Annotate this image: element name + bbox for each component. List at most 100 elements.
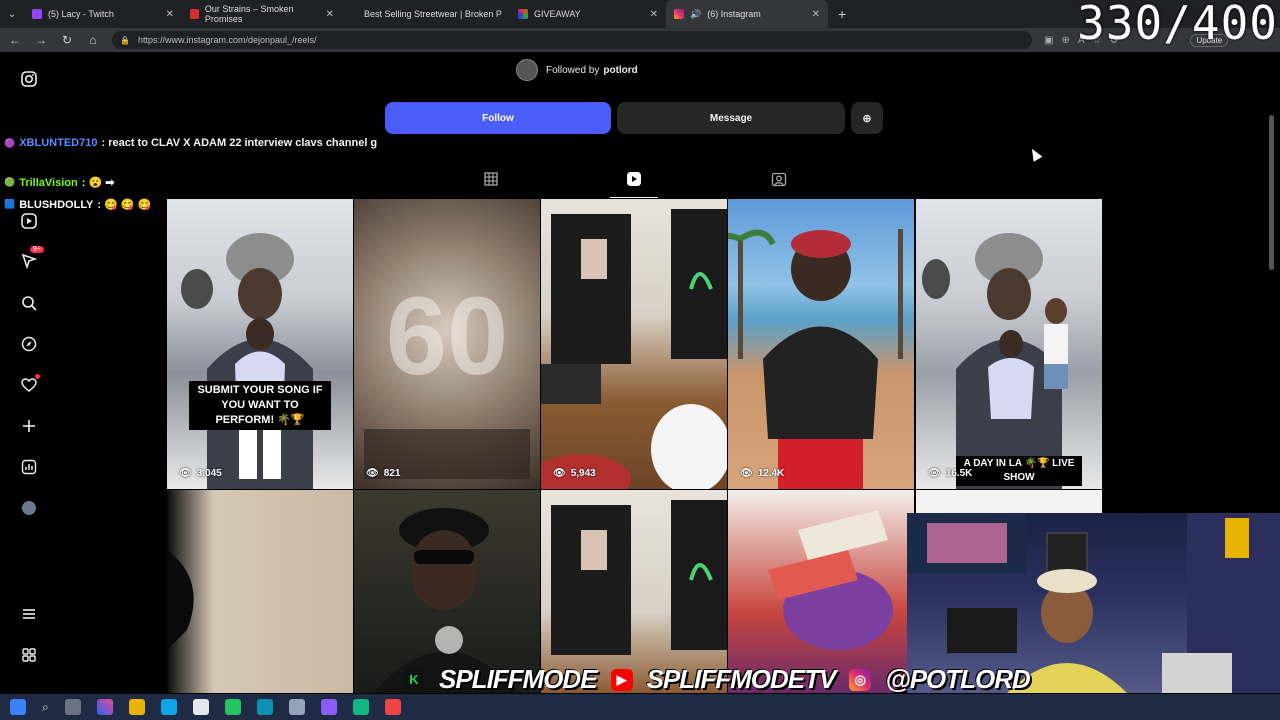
url-field[interactable]: 🔒 https://www.instagram.com/dejonpaul_/r…: [112, 31, 1032, 49]
view-count: 👁 16.5K: [928, 468, 972, 479]
reel-thumbnail: [181, 233, 313, 489]
message-button[interactable]: Message: [617, 102, 845, 134]
apps-icon[interactable]: ▣: [1044, 35, 1053, 46]
home-icon[interactable]: ⌂: [86, 33, 100, 47]
search-icon[interactable]: ⌕: [42, 700, 49, 715]
reels-icon[interactable]: [20, 212, 38, 230]
task-view-icon[interactable]: [64, 699, 81, 715]
chat-message: 🟣 XBLUNTED710 : react to CLAV X ADAM 22 …: [4, 137, 377, 149]
back-icon[interactable]: ←: [8, 33, 22, 47]
tab-giveaway[interactable]: GIVEAWAY ✕: [510, 0, 666, 28]
reel-thumbnail: [541, 209, 727, 489]
zoom-icon[interactable]: ⊕: [1061, 35, 1069, 46]
edge-icon[interactable]: [256, 699, 273, 715]
instagram-icon: ◎: [849, 668, 872, 691]
tab-list-chevron-icon[interactable]: ⌄: [0, 9, 24, 20]
reel-tile[interactable]: [541, 490, 727, 693]
chat-badge-icon: 🟦: [4, 199, 16, 209]
menu-icon[interactable]: [20, 605, 38, 623]
reload-icon[interactable]: ↻: [60, 33, 74, 47]
reel-thumbnail: [768, 510, 893, 650]
reel-tile[interactable]: 👁 5,943: [541, 199, 727, 489]
profile-tabs: [0, 170, 1280, 194]
kick-icon: K: [403, 668, 425, 691]
tab-instagram[interactable]: 🔊 (6) Instagram ✕: [666, 0, 828, 28]
chat-message: 🟢 TrillaVision : 😮 ➡: [4, 176, 114, 190]
app-icon[interactable]: [288, 699, 305, 715]
outlook-icon[interactable]: [160, 699, 177, 715]
chat-text: : react to CLAV X ADAM 22 interview clav…: [101, 137, 378, 149]
reel-caption: A DAY IN LA 🌴🏆 LIVE SHOW: [956, 456, 1082, 486]
view-count-value: 16.5K: [945, 468, 973, 479]
promo-handle: SPLIFFMODETV: [646, 664, 837, 694]
tagged-icon: [771, 172, 787, 187]
reel-thumbnail: [167, 550, 194, 650]
reel-thumbnail: 60: [364, 275, 530, 479]
tab-smoken-promises[interactable]: Our Strains – Smoken Promises ✕: [182, 0, 342, 28]
eye-icon: 👁: [179, 468, 192, 479]
close-icon[interactable]: ✕: [812, 9, 820, 20]
close-icon[interactable]: ✕: [166, 9, 174, 20]
store-icon[interactable]: [192, 699, 209, 715]
reel-tile[interactable]: [167, 490, 353, 693]
dashboard-icon[interactable]: [20, 458, 38, 476]
app-icon[interactable]: [224, 699, 241, 715]
eye-icon: 👁: [740, 468, 753, 479]
chat-badge-icon: 🟢: [4, 177, 16, 187]
profile-icon[interactable]: [20, 499, 38, 517]
tab-tagged[interactable]: [770, 170, 788, 188]
tab-label: GIVEAWAY: [534, 9, 581, 19]
reel-tile[interactable]: 👁 12.4K: [728, 199, 914, 489]
instagram-icon[interactable]: [20, 70, 38, 88]
view-count: 👁 12.4K: [740, 468, 784, 479]
notifications-badge: 9+: [30, 246, 44, 253]
messages-icon[interactable]: 9+: [20, 246, 44, 270]
start-icon[interactable]: [10, 699, 26, 715]
view-count-value: 821: [383, 468, 401, 479]
copilot-icon[interactable]: [96, 699, 113, 715]
app-icon[interactable]: [352, 699, 369, 715]
chrome-icon: [518, 9, 528, 19]
discord-icon[interactable]: [320, 699, 337, 715]
more-icon[interactable]: [20, 646, 38, 664]
tab-streetwear[interactable]: Best Selling Streetwear | Broken P: [342, 0, 510, 28]
forward-icon[interactable]: →: [34, 33, 48, 47]
tab-posts[interactable]: [482, 170, 500, 188]
tab-label: (5) Lacy - Twitch: [48, 9, 114, 19]
create-icon[interactable]: [20, 417, 38, 435]
file-explorer-icon[interactable]: [128, 699, 145, 715]
close-icon[interactable]: ✕: [326, 9, 334, 20]
reel-tile[interactable]: [354, 490, 540, 693]
new-tab-button[interactable]: +: [828, 6, 856, 22]
tab-label: Our Strains – Smoken Promises: [204, 4, 294, 24]
avatar[interactable]: [516, 59, 538, 81]
tab-label: Best Selling Streetwear | Broken P: [364, 9, 502, 19]
close-icon[interactable]: ✕: [650, 9, 658, 20]
reel-tile[interactable]: 60 👁 821: [354, 199, 540, 489]
app-icon[interactable]: [384, 699, 401, 715]
instagram-icon: [674, 9, 684, 19]
view-count-value: 5,943: [570, 468, 596, 479]
search-icon[interactable]: [20, 294, 38, 312]
followed-by-user[interactable]: potlord: [603, 65, 637, 76]
view-count: 👁 821: [366, 468, 400, 479]
tab-twitch[interactable]: (5) Lacy - Twitch ✕: [24, 0, 182, 28]
reel-thumbnail: [922, 233, 1068, 489]
view-count: 👁 3,045: [179, 468, 222, 479]
tab-reels[interactable]: [625, 170, 643, 188]
speaker-icon[interactable]: 🔊: [690, 9, 701, 20]
reel-tile[interactable]: A DAY IN LA 🌴🏆 LIVE SHOW 👁 16.5K: [916, 199, 1102, 489]
explore-icon[interactable]: [20, 335, 38, 353]
youtube-icon: ▶: [610, 668, 633, 691]
suggested-users-button[interactable]: ⊕: [851, 102, 883, 134]
follow-button[interactable]: Follow: [385, 102, 611, 134]
grid-icon: [484, 172, 498, 186]
chat-message: 🟦 BLUSHDOLLY : 😋 😋 😋: [4, 198, 151, 212]
reel-tile[interactable]: SUBMIT YOUR SONG IF YOU WANT TO PERFORM!…: [167, 199, 353, 489]
scrollbar[interactable]: [1269, 115, 1274, 270]
notifications-icon[interactable]: [20, 374, 40, 394]
reel-tile[interactable]: [728, 490, 914, 693]
unread-dot: [35, 374, 40, 379]
reel-thumbnail: [728, 229, 903, 489]
reel-thumbnail: [374, 508, 519, 693]
